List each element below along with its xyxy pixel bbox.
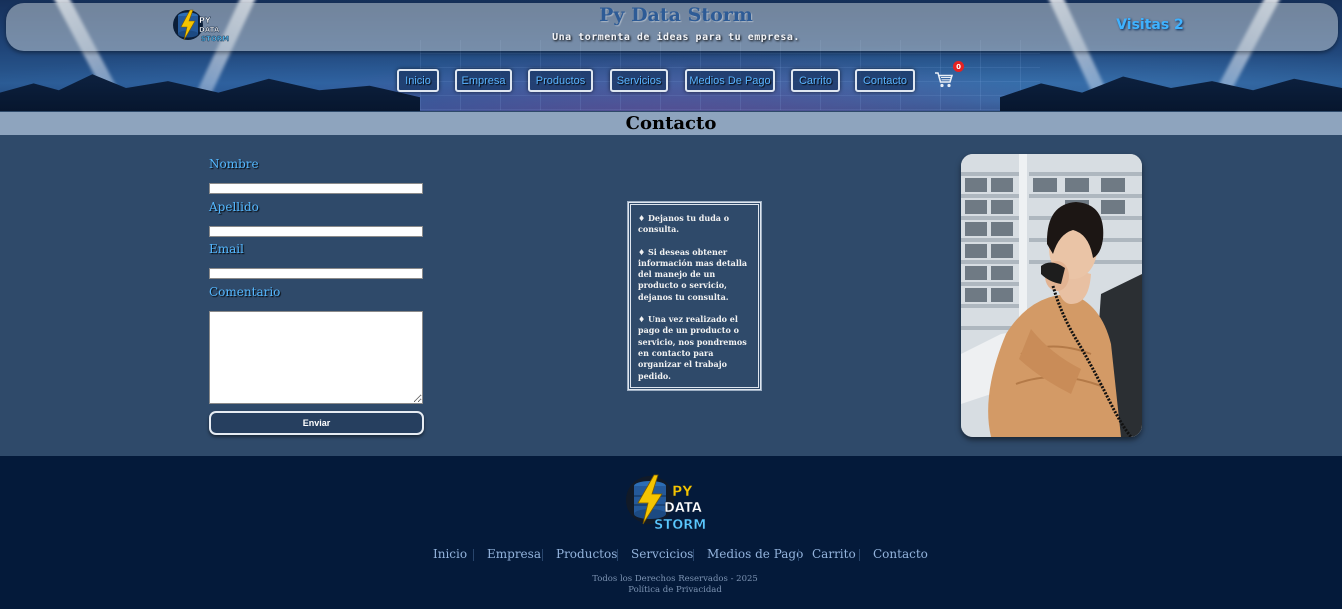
nav-productos-button[interactable]: Productos	[528, 69, 593, 92]
section-title-bar: Contacto	[0, 112, 1342, 135]
info-paragraph: ♦ Dejanos tu duda o consulta.	[638, 213, 730, 235]
footer-link-contacto[interactable]: Contacto	[873, 547, 928, 561]
nav-carrito-button[interactable]: Carrito	[791, 69, 840, 92]
comentario-textarea[interactable]	[209, 311, 423, 404]
footer-separator	[473, 549, 474, 561]
footer-link-medios-de-pago[interactable]: Medios de Pago	[707, 547, 803, 561]
footer-separator	[859, 549, 860, 561]
info-paragraph: ♦ Si deseas obtener información mas deta…	[638, 246, 748, 302]
apellido-input[interactable]	[209, 226, 423, 237]
visit-counter: Visitas 2	[1116, 17, 1184, 33]
shopping-cart-icon[interactable]	[934, 71, 954, 89]
contact-info-box: ♦ Dejanos tu duda o consulta. ♦ Si desea…	[627, 201, 762, 391]
logo-text-data: DATA	[664, 501, 702, 516]
footer-link-empresa[interactable]: Empresa	[487, 547, 541, 561]
comentario-label: Comentario	[209, 285, 281, 299]
nav-servicios-button[interactable]: Servicios	[610, 69, 668, 92]
cart-count-badge: 0	[953, 61, 964, 72]
footer-link-inicio[interactable]: Inicio	[433, 547, 467, 561]
nav-medios-de-pago-button[interactable]: Medios De Pago	[685, 69, 775, 92]
logo-text-py: PY	[672, 484, 693, 500]
contact-photo	[961, 154, 1142, 437]
email-label: Email	[209, 242, 244, 256]
footer-separator	[798, 549, 799, 561]
info-paragraph: ♦ Una vez realizado el pago de un produc…	[638, 314, 747, 381]
footer-copyright: Todos los Derechos Reservados - 2025	[592, 574, 758, 584]
footer-separator	[617, 549, 618, 561]
nombre-label: Nombre	[209, 157, 259, 171]
email-input[interactable]	[209, 268, 423, 279]
footer-link-carrito[interactable]: Carrito	[812, 547, 856, 561]
footer-link-servcicios[interactable]: Servcicios	[631, 547, 693, 561]
nav-contacto-button[interactable]: Contacto	[855, 69, 915, 92]
person-on-phone-image	[961, 154, 1142, 437]
site-header: PY DATA STORM Py Data Storm Una tormenta…	[0, 0, 1342, 111]
nav-empresa-button[interactable]: Empresa	[455, 69, 512, 92]
footer-separator	[693, 549, 694, 561]
page-title: Contacto	[625, 113, 717, 134]
nombre-input[interactable]	[209, 183, 423, 194]
privacy-policy-link[interactable]: Política de Privacidad	[0, 585, 1342, 595]
main-nav: Inicio Empresa Productos Servicios Medio…	[0, 69, 1342, 93]
footer-separator	[542, 549, 543, 561]
site-tagline: Una tormenta de ideas para tu empresa.	[552, 32, 800, 43]
nav-inicio-button[interactable]: Inicio	[397, 69, 439, 92]
enviar-button[interactable]: Enviar	[209, 411, 424, 435]
logo-text-storm: STORM	[654, 518, 706, 533]
footer-nav: Inicio Empresa Productos Servcicios Medi…	[0, 547, 1342, 563]
lightning-database-logo-icon[interactable]: PY DATA STORM	[624, 470, 732, 536]
apellido-label: Apellido	[209, 200, 259, 214]
footer-link-productos[interactable]: Productos	[556, 547, 617, 561]
